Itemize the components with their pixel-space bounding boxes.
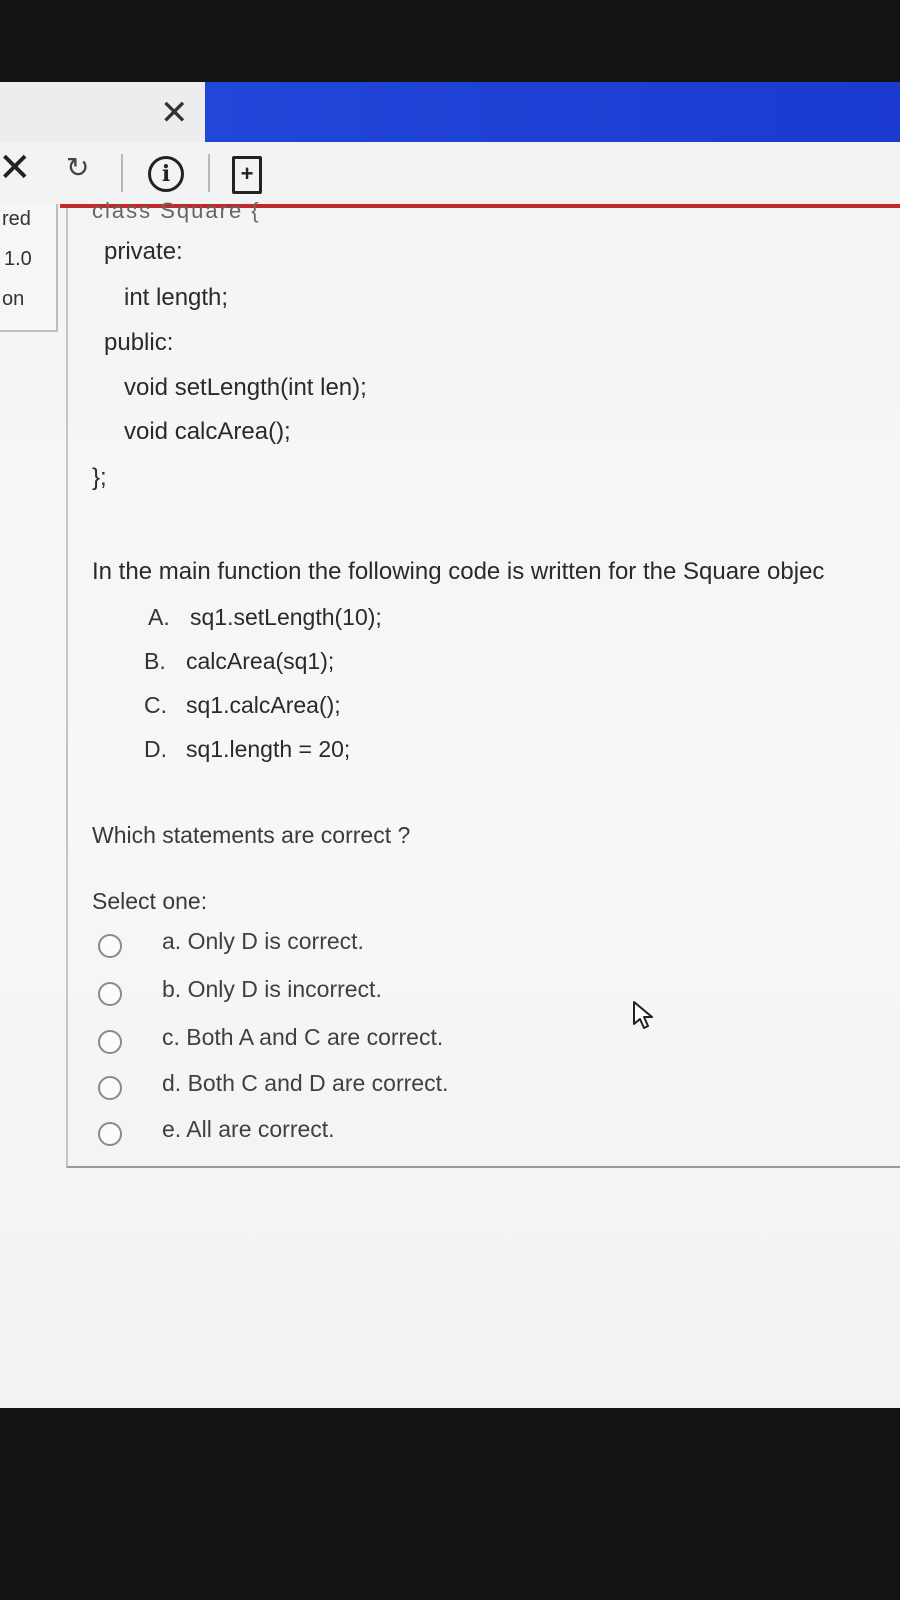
title-bar-area: [205, 82, 900, 142]
toolbar-divider: [208, 154, 210, 192]
answer-label[interactable]: e. All are correct.: [162, 1116, 335, 1143]
question-content: class Square { private: int length; publ…: [66, 198, 900, 1168]
info-mark-text: 1.0: [4, 248, 32, 270]
answer-radio[interactable]: [98, 1122, 122, 1146]
answer-label[interactable]: a. Only D is correct.: [162, 928, 364, 955]
browser-screen: ✕ ✕ ↻ i + red 1.0 on class Square { priv…: [0, 82, 900, 1408]
answer-label[interactable]: c. Both A and C are correct.: [162, 1024, 443, 1051]
select-one-label: Select one:: [92, 888, 208, 914]
code-line: void setLength(int len);: [124, 374, 367, 401]
tab-strip: ✕: [0, 82, 900, 142]
info-icon[interactable]: i: [148, 156, 184, 192]
info-question-text: on: [2, 288, 25, 310]
answer-radio[interactable]: [98, 934, 122, 958]
question-info-panel: red 1.0 on: [0, 204, 58, 332]
page-icon[interactable]: +: [232, 156, 262, 194]
question-intro: In the main function the following code …: [92, 558, 825, 585]
answer-radio[interactable]: [98, 982, 122, 1006]
code-line: };: [92, 464, 107, 491]
code-line: private:: [104, 238, 183, 265]
browser-toolbar: ✕ ↻ i +: [0, 142, 900, 204]
statement-code: sq1.length = 20;: [186, 736, 351, 762]
statement-letter: C.: [144, 692, 167, 718]
code-line: void calcArea();: [124, 418, 291, 445]
statement-code: sq1.calcArea();: [186, 692, 341, 718]
code-line: public:: [104, 329, 174, 356]
info-status-text: red: [2, 208, 31, 230]
statement-letter: A.: [148, 604, 170, 630]
toolbar-divider: [121, 154, 123, 192]
answer-radio[interactable]: [98, 1030, 122, 1054]
mouse-pointer-icon: [633, 1001, 653, 1029]
code-header-cut: class Square {: [92, 198, 261, 223]
active-tab[interactable]: ✕: [0, 82, 205, 142]
reload-icon[interactable]: ↻: [66, 154, 89, 182]
statement-code: sq1.setLength(10);: [190, 604, 382, 630]
close-icon[interactable]: ✕: [160, 96, 189, 130]
statement-letter: B.: [144, 648, 166, 674]
question-ask: Which statements are correct ?: [92, 822, 411, 848]
statement-code: calcArea(sq1);: [186, 648, 335, 674]
answer-label[interactable]: b. Only D is incorrect.: [162, 976, 382, 1003]
answer-label[interactable]: d. Both C and D are correct.: [162, 1070, 448, 1097]
answer-radio[interactable]: [98, 1076, 122, 1100]
statement-letter: D.: [144, 736, 167, 762]
stop-icon[interactable]: ✕: [0, 148, 32, 188]
code-line: int length;: [124, 284, 229, 311]
